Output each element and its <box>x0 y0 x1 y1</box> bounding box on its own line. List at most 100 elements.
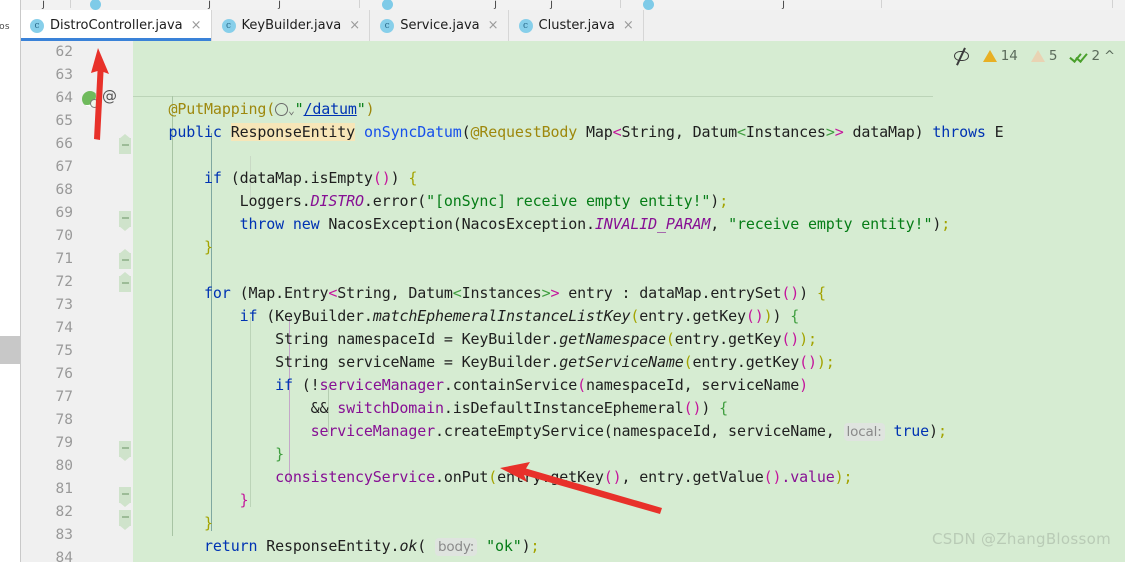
code-line-63: @PutMapping(⌄"/datum") <box>168 100 375 118</box>
warning-count: 14 <box>1000 48 1018 64</box>
code-line-78: } <box>275 445 284 463</box>
code-line-73: String namespaceId = KeyBuilder.getNames… <box>133 330 817 348</box>
weak-warning-count: 5 <box>1048 48 1058 64</box>
web-endpoint-inline-icon[interactable] <box>275 103 289 116</box>
line-number: 63 <box>55 67 73 83</box>
code-line-75: if (!serviceManager.containService(names… <box>275 376 809 394</box>
code-line-80: } <box>239 491 249 509</box>
line-number: 67 <box>55 159 73 175</box>
line-number: 82 <box>55 504 73 520</box>
code-line-71: for (Map.Entry<String, Datum<Instances>>… <box>204 284 826 302</box>
code-line-74: String serviceName = KeyBuilder.getServi… <box>133 353 835 371</box>
close-icon[interactable]: × <box>488 19 499 32</box>
code-line-77: serviceManager.createEmptyService(namesp… <box>310 422 947 441</box>
tab-label: KeyBuilder.java <box>241 18 342 33</box>
tab-service[interactable]: c Service.java × <box>370 10 509 41</box>
code-line-83: } <box>133 558 178 562</box>
code-line-79: consistencyService.onPut(entry.getKey(),… <box>275 468 853 486</box>
code-line-66: if (dataMap.isEmpty()) { <box>204 169 418 187</box>
java-class-icon <box>90 0 101 10</box>
clipped-tab[interactable] <box>360 0 621 8</box>
annotation-icon[interactable]: @ <box>102 89 117 104</box>
line-number: 68 <box>55 182 73 198</box>
tab-label: Cluster.java <box>538 18 615 33</box>
clipped-tab[interactable] <box>621 0 882 8</box>
clipped-tab[interactable] <box>20 0 71 8</box>
line-number: 62 <box>55 44 73 60</box>
globe-endpoint-icon[interactable] <box>82 91 99 108</box>
fold-marker[interactable] <box>119 211 131 231</box>
clipped-tab[interactable] <box>882 0 1113 8</box>
watermark: CSDN @ZhangBlossom <box>932 530 1111 548</box>
fold-marker[interactable] <box>119 272 131 292</box>
chevron-up-icon[interactable]: ^ <box>1104 49 1115 64</box>
tab-cluster[interactable]: c Cluster.java × <box>508 10 644 41</box>
weak-warning-triangle-icon[interactable] <box>1030 50 1045 62</box>
tab-label: DistroController.java <box>50 18 183 33</box>
code-line-72: if (KeyBuilder.matchEphemeralInstanceLis… <box>239 307 800 325</box>
line-number: 66 <box>55 136 73 152</box>
line-number: 77 <box>55 389 73 405</box>
line-number: 76 <box>55 366 73 382</box>
method-separator <box>133 96 933 97</box>
close-icon[interactable]: × <box>349 19 360 32</box>
code-line-82: return ResponseEntity.ok( body: "ok"); <box>204 537 540 556</box>
clipped-tab-text: j <box>208 0 212 10</box>
clipped-tab-text: j <box>278 0 282 10</box>
java-class-icon <box>643 0 654 10</box>
tab-keybuilder[interactable]: c KeyBuilder.java × <box>211 10 371 41</box>
code-text-area[interactable]: @PutMapping(⌄"/datum") public ResponseEn… <box>133 41 1125 562</box>
line-number: 71 <box>55 251 73 267</box>
line-number: 69 <box>55 205 73 221</box>
fold-marker[interactable] <box>119 249 131 269</box>
ide-window: cos j j j j j j c DistroController.java … <box>0 0 1125 562</box>
tool-window-button[interactable] <box>0 336 20 364</box>
clipped-tab-text: j <box>782 0 786 10</box>
code-line-68: throw new NacosException(NacosException.… <box>239 215 951 233</box>
double-check-icon[interactable] <box>1068 49 1088 63</box>
tab-distrocontroller[interactable]: c DistroController.java × <box>20 10 212 41</box>
close-icon[interactable]: × <box>191 19 202 32</box>
line-number: 84 <box>55 550 73 562</box>
code-editor[interactable]: 62 63 64 65 66 67 68 69 70 71 72 73 74 7… <box>20 41 1125 562</box>
left-tool-window-strip: cos <box>0 0 21 562</box>
line-number: 64 <box>55 90 73 106</box>
inspection-widget[interactable]: 14 5 2 ^ <box>953 45 1115 67</box>
code-line-64: public ResponseEntity onSyncDatum(@Reque… <box>168 123 1004 141</box>
line-number: 78 <box>55 412 73 428</box>
clipped-tab-text: j <box>494 0 498 10</box>
line-number: 81 <box>55 481 73 497</box>
java-class-icon: c <box>221 18 236 33</box>
code-line-67: Loggers.DISTRO.error("[onSync] receive e… <box>133 192 729 210</box>
clipped-tab-text: j <box>550 0 554 10</box>
clipped-tab-text: j <box>42 0 46 10</box>
fold-marker[interactable] <box>119 487 131 507</box>
eye-off-icon[interactable] <box>953 47 970 66</box>
fold-marker[interactable] <box>119 134 131 154</box>
fold-marker[interactable] <box>119 510 131 530</box>
code-line-69: } <box>204 238 213 256</box>
java-class-icon <box>382 0 393 10</box>
warning-triangle-icon[interactable] <box>982 50 997 62</box>
tab-label: Service.java <box>400 18 480 33</box>
close-icon[interactable]: × <box>623 19 634 32</box>
inlay-hint-body: body: <box>434 538 478 556</box>
java-class-icon: c <box>30 18 44 33</box>
fold-marker[interactable] <box>119 441 131 461</box>
check-count: 2 <box>1091 48 1101 64</box>
java-class-icon: c <box>380 18 395 33</box>
editor-gutter[interactable]: 62 63 64 65 66 67 68 69 70 71 72 73 74 7… <box>20 41 133 562</box>
java-class-icon: c <box>518 18 533 33</box>
line-number: 83 <box>55 527 73 543</box>
clipped-tab[interactable] <box>71 0 360 8</box>
line-number: 65 <box>55 113 73 129</box>
code-line-76: && switchDomain.isDefaultInstanceEphemer… <box>133 399 729 417</box>
line-number: 80 <box>55 458 73 474</box>
line-number: 72 <box>55 274 73 290</box>
code-line-81: } <box>204 514 213 532</box>
project-tool-window-label[interactable]: cos <box>0 22 26 32</box>
line-number: 74 <box>55 320 73 336</box>
editor-tab-bar: c DistroController.java × c KeyBuilder.j… <box>20 10 1125 42</box>
line-number: 73 <box>55 297 73 313</box>
line-number: 75 <box>55 343 73 359</box>
